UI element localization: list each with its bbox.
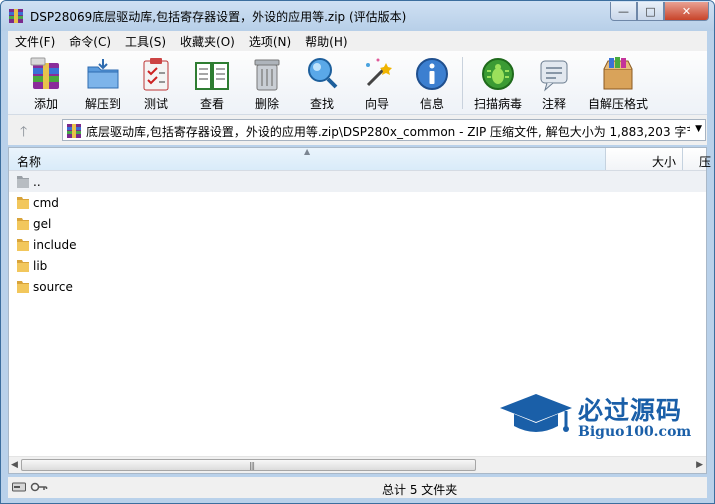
find-button[interactable]: 查找	[296, 55, 348, 113]
virus-scan-label: 扫描病毒	[473, 97, 522, 111]
address-bar[interactable]: 底层驱动库,包括寄存器设置，外设的应用等.zip\DSP280x_common …	[62, 119, 706, 141]
window-title: DSP28069底层驱动库,包括寄存器设置，外设的应用等.zip (评估版本)	[30, 10, 407, 24]
scroll-left-icon[interactable]: ◀	[11, 460, 18, 470]
up-folder-icon[interactable]: 🡑	[20, 121, 27, 145]
file-name: gel	[33, 217, 52, 231]
add-label: 添加	[33, 97, 58, 111]
close-icon: ✕	[681, 4, 692, 18]
key-icon	[30, 482, 48, 492]
virus-scan-button[interactable]: 扫描病毒	[472, 55, 524, 113]
delete-icon	[254, 59, 280, 91]
add-icon	[30, 57, 59, 89]
scroll-right-icon[interactable]: ▶	[696, 460, 703, 470]
file-name: source	[33, 280, 73, 294]
menu-options[interactable]: 选项(N)	[242, 33, 298, 50]
wizard-button[interactable]: 向导	[351, 55, 403, 113]
file-name: ..	[33, 175, 41, 189]
menu-help[interactable]: 帮助(H)	[298, 33, 354, 50]
scrollbar-thumb[interactable]: |||	[21, 459, 476, 471]
winrar-app-icon	[9, 9, 23, 23]
delete-label: 删除	[254, 97, 279, 111]
watermark-title: 必过源码	[578, 396, 683, 425]
column-size-header[interactable]: 大小	[606, 148, 683, 170]
list-item[interactable]: cmd	[9, 192, 706, 213]
list-item[interactable]: gel	[9, 213, 706, 234]
extract-to-label: 解压到	[84, 97, 121, 111]
extract-to-button[interactable]: 解压到	[77, 55, 129, 113]
grip-icon: |||	[249, 461, 255, 470]
file-name: cmd	[33, 196, 59, 210]
address-dropdown-icon[interactable]: ▼	[695, 124, 702, 134]
toolbar: 添加 解压到 测试 查看 删除 查找 向导 信息 扫描病毒 注释 自解压格式	[8, 51, 707, 115]
wizard-icon	[366, 58, 392, 87]
comment-icon	[540, 60, 568, 92]
archive-icon	[67, 124, 81, 138]
extract-to-icon	[87, 59, 119, 89]
sfx-button[interactable]: 自解压格式	[588, 55, 648, 113]
address-path: 底层驱动库,包括寄存器设置，外设的应用等.zip\DSP280x_common …	[86, 125, 690, 139]
address-row: 🡑 底层驱动库,包括寄存器设置，外设的应用等.zip\DSP280x_commo…	[8, 115, 707, 145]
title-bar: DSP28069底层驱动库,包括寄存器设置，外设的应用等.zip (评估版本) …	[1, 1, 714, 31]
delete-button[interactable]: 删除	[241, 55, 293, 113]
list-item[interactable]: include	[9, 234, 706, 255]
close-button[interactable]: ✕	[664, 2, 709, 21]
column-name-label: 名称	[17, 155, 42, 169]
menu-favorites[interactable]: 收藏夹(O)	[173, 33, 242, 50]
list-item[interactable]: source	[9, 276, 706, 297]
column-packed-header[interactable]: 压	[683, 148, 713, 170]
file-list: ▲ 名称 大小 压 .. cmd gel include lib source …	[8, 147, 711, 474]
view-button[interactable]: 查看	[186, 55, 238, 113]
drive-icon	[12, 482, 26, 492]
watermark-logo: 必过源码 Biguo100.com	[496, 388, 701, 448]
sfx-icon	[603, 57, 633, 90]
toolbar-separator	[462, 57, 463, 109]
folder-icon	[17, 260, 29, 272]
view-label: 查看	[199, 97, 224, 111]
watermark-subtitle: Biguo100.com	[578, 424, 692, 440]
sfx-label: 自解压格式	[588, 97, 649, 111]
add-button[interactable]: 添加	[20, 55, 72, 113]
test-label: 测试	[143, 97, 168, 111]
status-bar: 总计 5 文件夹	[8, 477, 707, 498]
folder-icon	[17, 239, 29, 251]
status-text: 总计 5 文件夹	[382, 483, 458, 497]
info-icon	[416, 58, 448, 90]
maximize-button[interactable]: □	[637, 2, 664, 21]
virus-scan-icon	[482, 58, 514, 90]
wizard-label: 向导	[364, 97, 389, 111]
menu-tools[interactable]: 工具(S)	[118, 33, 173, 50]
column-packed-label: 压	[699, 155, 712, 169]
file-name: lib	[33, 259, 48, 273]
minimize-button[interactable]: —	[610, 2, 637, 21]
view-icon	[195, 62, 229, 90]
comment-label: 注释	[541, 97, 566, 111]
column-name-header[interactable]: ▲ 名称	[9, 147, 606, 170]
menu-bar: 文件(F) 命令(C) 工具(S) 收藏夹(O) 选项(N) 帮助(H)	[8, 31, 707, 51]
menu-file[interactable]: 文件(F)	[8, 33, 62, 50]
column-header: ▲ 名称 大小 压	[9, 147, 711, 171]
test-icon	[143, 58, 169, 91]
folder-icon	[17, 281, 29, 293]
list-item[interactable]: lib	[9, 255, 706, 276]
find-icon	[308, 58, 338, 89]
parent-folder-icon	[17, 176, 29, 188]
find-label: 查找	[309, 97, 334, 111]
file-name: include	[33, 238, 77, 252]
folder-icon	[17, 218, 29, 230]
horizontal-scrollbar[interactable]: ◀ ||| ▶	[9, 456, 706, 473]
sort-ascending-icon: ▲	[304, 147, 311, 156]
test-button[interactable]: 测试	[130, 55, 182, 113]
maximize-icon: □	[645, 4, 656, 18]
minimize-icon: —	[618, 4, 629, 18]
column-size-label: 大小	[651, 155, 676, 169]
menu-commands[interactable]: 命令(C)	[62, 33, 118, 50]
graduation-cap-icon	[500, 394, 572, 432]
info-label: 信息	[419, 97, 444, 111]
info-button[interactable]: 信息	[406, 55, 458, 113]
list-item[interactable]: ..	[9, 171, 706, 192]
comment-button[interactable]: 注释	[528, 55, 580, 113]
winrar-window: DSP28069底层驱动库,包括寄存器设置，外设的应用等.zip (评估版本) …	[0, 0, 715, 504]
window-controls: — □ ✕	[610, 2, 709, 21]
folder-icon	[17, 197, 29, 209]
